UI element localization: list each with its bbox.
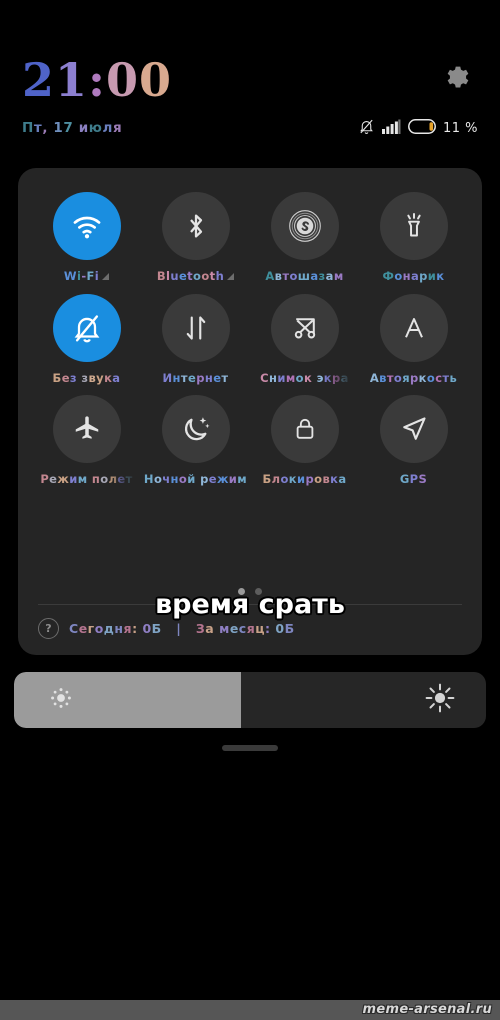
quick-settings-row: Wi-Fi Bluetooth Автошазам Фонарик <box>32 192 468 283</box>
data-usage-row[interactable]: ? Сегодня: 0Б | За месяц: 0Б <box>38 618 295 639</box>
tile-label: Режим полет <box>40 472 133 486</box>
tile-bluetooth[interactable]: Bluetooth <box>141 192 250 283</box>
bell-muted-icon[interactable] <box>52 293 121 362</box>
data-transfer-icon[interactable] <box>161 293 230 362</box>
lock-icon[interactable] <box>270 395 339 463</box>
tile-screenshot[interactable]: Снимок экра <box>250 293 359 385</box>
tile-airplane-mode[interactable]: Режим полет <box>32 395 141 486</box>
tile-label-text: Фонарик <box>382 269 445 283</box>
quick-settings-grid: Wi-Fi Bluetooth Автошазам Фонарик Без зв… <box>18 168 482 486</box>
quick-settings-row: Без звука Интернет Снимок экра Автояркос… <box>32 293 468 385</box>
auto-brightness-icon[interactable] <box>379 293 448 362</box>
tile-label-text: Снимок экра <box>260 370 349 385</box>
bluetooth-icon[interactable] <box>161 192 230 260</box>
bell-muted-icon <box>358 118 375 139</box>
tile-label: Wi-Fi <box>63 269 110 283</box>
drag-handle[interactable] <box>222 745 278 751</box>
tile-label-text: Без звука <box>52 370 121 385</box>
flashlight-icon[interactable] <box>379 192 448 260</box>
quick-settings-panel: Wi-Fi Bluetooth Автошазам Фонарик Без зв… <box>18 168 482 655</box>
tile-autoshazam[interactable]: Автошазам <box>250 192 359 283</box>
signal-bars-icon <box>381 119 401 138</box>
meme-caption: время срать <box>154 588 345 621</box>
status-icons: 11 % <box>358 118 478 138</box>
moon-icon[interactable] <box>161 395 230 463</box>
battery-icon <box>408 118 436 138</box>
gear-icon[interactable] <box>441 63 475 97</box>
tile-label-text: Bluetooth <box>156 269 225 283</box>
tile-label: Ночной режим <box>143 472 248 486</box>
tile-label: Автояркость <box>369 370 458 385</box>
screenshot-scissors-icon[interactable] <box>270 293 339 362</box>
tile-wifi[interactable]: Wi-Fi <box>32 192 141 283</box>
chevron-expand-icon[interactable] <box>102 272 110 280</box>
airplane-icon[interactable] <box>52 395 121 463</box>
tile-label: GPS <box>399 472 428 486</box>
tile-label: Блокировка <box>262 472 347 486</box>
tile-label: Фонарик <box>382 269 445 283</box>
wifi-icon[interactable] <box>52 192 121 260</box>
tile-lock[interactable]: Блокировка <box>250 395 359 486</box>
quick-settings-row: Режим полет Ночной режим Блокировка GPS <box>32 395 468 486</box>
watermark-text: meme-arsenal.ru <box>362 1002 492 1017</box>
tile-label-text: Ночной режим <box>143 472 248 486</box>
question-mark-icon[interactable]: ? <box>38 618 59 639</box>
tile-night-mode[interactable]: Ночной режим <box>141 395 250 486</box>
tile-auto-brightness[interactable]: Автояркость <box>359 293 468 385</box>
sun-large-icon <box>424 682 456 718</box>
tile-label: Снимок экра <box>260 370 349 385</box>
clock-time: 21:00 <box>22 53 173 107</box>
tile-label-text: Блокировка <box>262 472 347 486</box>
clock-date: Пт, 17 июля <box>22 120 123 136</box>
status-header: 21:00 Пт, 17 июля 11 % <box>0 0 500 150</box>
battery-percent: 11 % <box>442 120 478 136</box>
tile-label-text: Режим полет <box>40 472 133 486</box>
tile-flashlight[interactable]: Фонарик <box>359 192 468 283</box>
tile-label-text: Автошазам <box>265 269 344 283</box>
tile-label: Без звука <box>52 370 121 385</box>
navigation-arrow-icon[interactable] <box>379 395 448 463</box>
chevron-expand-icon[interactable] <box>227 272 235 280</box>
tile-label-text: Интернет <box>162 370 229 385</box>
watermark-bar: meme-arsenal.ru <box>0 1000 500 1020</box>
tile-label: Интернет <box>162 370 229 385</box>
tile-label-text: GPS <box>399 472 428 486</box>
tile-label-text: Wi-Fi <box>63 269 100 283</box>
tile-gps[interactable]: GPS <box>359 395 468 486</box>
tile-silent[interactable]: Без звука <box>32 293 141 385</box>
tile-label: Bluetooth <box>156 269 235 283</box>
data-usage-text: Сегодня: 0Б | За месяц: 0Б <box>69 621 295 636</box>
tile-label: Автошазам <box>265 269 344 283</box>
tile-label-text: Автояркость <box>369 370 458 385</box>
brightness-slider[interactable] <box>14 672 486 728</box>
shazam-icon[interactable] <box>270 192 339 260</box>
tile-internet[interactable]: Интернет <box>141 293 250 385</box>
sun-small-icon <box>48 685 74 715</box>
